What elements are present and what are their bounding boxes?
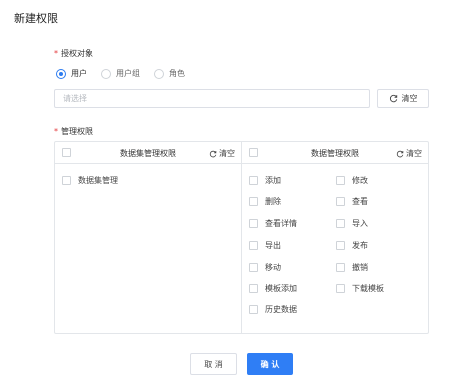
perm-item-edit[interactable]: 修改 <box>336 175 368 186</box>
radio-user-group-circle[interactable] <box>101 68 111 79</box>
item-checkbox[interactable] <box>336 176 345 185</box>
auth-target-label: * 授权对象 <box>54 48 93 59</box>
right-panel-clear-label: 清空 <box>406 149 422 158</box>
item-label: 查看详情 <box>265 219 297 228</box>
item-checkbox[interactable] <box>249 284 258 293</box>
perm-item-move[interactable]: 移动 <box>249 262 281 273</box>
item-label: 移动 <box>265 263 281 272</box>
auth-target-clear-label: 清空 <box>401 94 418 103</box>
item-checkbox[interactable] <box>249 263 258 272</box>
list-item[interactable]: 数据集管理 <box>62 175 118 186</box>
right-panel-clear-button[interactable]: 清空 <box>396 148 422 159</box>
item-label: 下载模板 <box>352 284 384 293</box>
manage-perm-label: * 管理权限 <box>54 126 93 137</box>
auth-target-select[interactable]: 请选择 <box>54 89 370 108</box>
item-checkbox[interactable] <box>249 219 258 228</box>
permission-transfer: 数据集管理权限 清空 数据集管理 数据管理权限 清空 添加 修改 删除 查看 查… <box>54 141 429 334</box>
item-label: 查看 <box>352 197 368 206</box>
manage-perm-label-text: 管理权限 <box>61 127 93 136</box>
perm-item-delete[interactable]: 删除 <box>249 196 281 207</box>
left-panel-clear-button[interactable]: 清空 <box>209 148 235 159</box>
perm-item-export[interactable]: 导出 <box>249 240 281 251</box>
radio-user-label: 用户 <box>71 69 87 78</box>
auth-target-label-text: 授权对象 <box>61 49 93 58</box>
perm-item-view[interactable]: 查看 <box>336 196 368 207</box>
item-label: 导入 <box>352 219 368 228</box>
item-checkbox[interactable] <box>249 176 258 185</box>
radio-user-circle[interactable] <box>56 68 66 79</box>
refresh-icon <box>389 94 397 103</box>
item-checkbox[interactable] <box>249 241 258 250</box>
item-checkbox[interactable] <box>336 219 345 228</box>
perm-item-template-add[interactable]: 模板添加 <box>249 283 297 294</box>
item-label: 删除 <box>265 197 281 206</box>
refresh-icon <box>396 150 404 157</box>
perm-item-template-download[interactable]: 下载模板 <box>336 283 384 294</box>
right-panel-header: 数据管理权限 清空 <box>242 142 428 164</box>
radio-user-group-label: 用户组 <box>116 69 140 78</box>
perm-item-revoke[interactable]: 撤销 <box>336 262 368 273</box>
radio-role[interactable]: 角色 <box>154 68 185 79</box>
auth-target-clear-button[interactable]: 清空 <box>377 89 429 108</box>
perm-item-view-detail[interactable]: 查看详情 <box>249 218 297 229</box>
refresh-icon <box>209 150 217 157</box>
item-checkbox[interactable] <box>62 176 71 185</box>
item-label: 历史数据 <box>265 305 297 314</box>
item-checkbox[interactable] <box>336 197 345 206</box>
radio-role-label: 角色 <box>169 69 185 78</box>
item-label: 模板添加 <box>265 284 297 293</box>
item-checkbox[interactable] <box>336 241 345 250</box>
cancel-button[interactable]: 取 消 <box>190 353 237 375</box>
radio-user[interactable]: 用户 <box>56 68 87 79</box>
item-label: 数据集管理 <box>78 176 118 185</box>
item-checkbox[interactable] <box>249 305 258 314</box>
required-asterisk: * <box>54 49 58 58</box>
dialog-title: 新建权限 <box>14 12 58 25</box>
confirm-button[interactable]: 确 认 <box>247 353 293 375</box>
panel-divider <box>241 142 242 333</box>
required-asterisk: * <box>54 127 58 136</box>
perm-item-add[interactable]: 添加 <box>249 175 281 186</box>
left-panel-clear-label: 清空 <box>219 149 235 158</box>
auth-target-radio-group: 用户 用户组 角色 <box>56 68 199 79</box>
item-label: 发布 <box>352 241 368 250</box>
item-label: 撤销 <box>352 263 368 272</box>
item-checkbox[interactable] <box>336 263 345 272</box>
perm-item-publish[interactable]: 发布 <box>336 240 368 251</box>
item-label: 添加 <box>265 176 281 185</box>
item-checkbox[interactable] <box>249 197 258 206</box>
item-checkbox[interactable] <box>336 284 345 293</box>
radio-user-group[interactable]: 用户组 <box>101 68 140 79</box>
item-label: 修改 <box>352 176 368 185</box>
item-label: 导出 <box>265 241 281 250</box>
left-panel-header: 数据集管理权限 清空 <box>55 142 241 164</box>
perm-item-import[interactable]: 导入 <box>336 218 368 229</box>
radio-role-circle[interactable] <box>154 68 164 79</box>
perm-item-history[interactable]: 历史数据 <box>249 304 297 315</box>
